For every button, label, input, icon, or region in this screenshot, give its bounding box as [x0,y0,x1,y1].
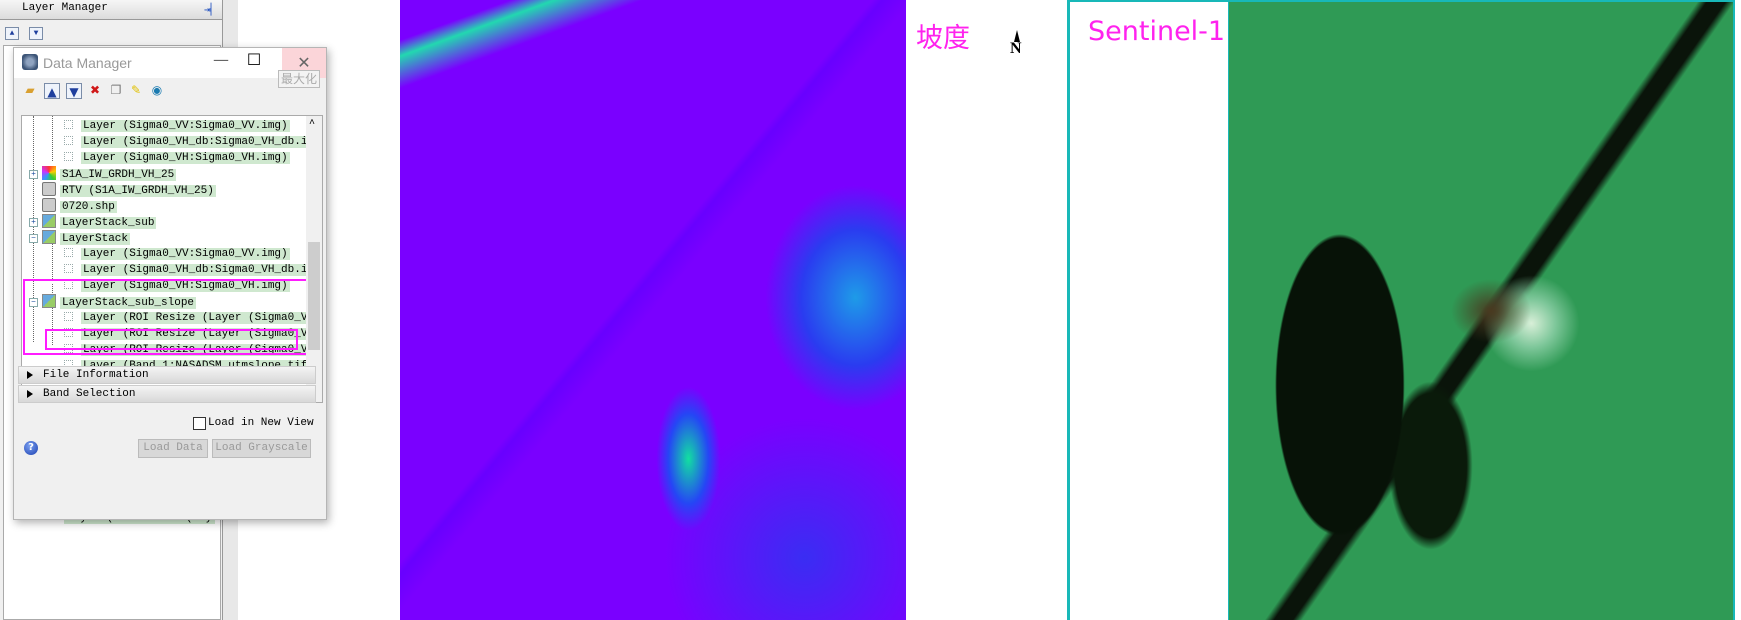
expand-icon[interactable]: + [29,170,38,179]
layer-checkbox-icon [64,152,73,161]
pin-icon[interactable]: ✎ [128,82,144,98]
scroll-up-icon[interactable]: ˄ [309,118,315,129]
tree-row-label: S1A_IW_GRDH_VH_25 [60,169,177,181]
slope-annotation: 坡度 [916,23,970,54]
load-grayscale-button[interactable]: Load Grayscale [212,439,311,458]
expand-icon[interactable]: + [29,218,38,227]
tree-dataset-row[interactable]: + S1A_IW_GRDH_VH_25 [29,166,177,182]
tree-layer-row[interactable]: Layer (Sigma0_VV:Sigma0_VV.img) [60,118,290,134]
data-manager-window: Data Manager — ☐ ✕ 最大化 ▰ ▲ ▼ ✖ ❐ ✎ ◉ Lay… [13,47,327,520]
highlight-box-slope-layer [45,329,298,350]
layer-checkbox-icon [64,136,73,145]
tree-row-label: Layer (Sigma0_VV:Sigma0_VV.img) [81,120,290,132]
tree-row-label: LayerStack [60,233,131,245]
tree-row-label: Layer (Sigma0_VH_db:Sigma0_VH_db.img [81,136,322,148]
north-label: N [1010,40,1022,57]
tree-layer-row[interactable]: Layer (Sigma0_VH_db:Sigma0_VH_db.img [60,262,322,278]
slope-raster-view[interactable] [400,0,906,620]
tree-row-label: LayerStack_sub [60,217,157,229]
tree-layer-row[interactable]: Layer (Sigma0_VV:Sigma0_VV.img) [60,246,290,262]
tree-layer-row[interactable]: Layer (Sigma0_VH:Sigma0_VH.img) [60,150,290,166]
layer-checkbox-icon [64,264,73,273]
stack-icon [42,214,56,228]
load-data-button[interactable]: Load Data [138,439,208,458]
vector-icon [42,198,56,212]
stack-icon [42,230,56,244]
app-icon [22,54,38,70]
move-up-icon[interactable]: ▲ [44,83,60,99]
vertical-scrollbar[interactable]: ˄ [306,116,322,386]
tree-dataset-row[interactable]: 0720.shp [42,198,117,214]
data-tree[interactable]: Layer (Sigma0_VV:Sigma0_VV.img) Layer (Si… [21,115,323,403]
layer-checkbox-icon [64,248,73,257]
tree-row-label: RTV (S1A_IW_GRDH_VH_25) [60,185,216,197]
move-up-button[interactable]: ▲ [5,27,19,40]
help-icon[interactable]: ? [24,441,38,455]
open-folder-icon[interactable]: ▰ [22,82,38,98]
window-title: Data Manager [43,55,132,71]
section-label: Band Selection [43,388,136,400]
section-label: File Information [43,369,149,381]
load-in-new-view-label: Load in New View [208,417,314,429]
raster-icon [42,166,56,180]
expand-triangle-icon [27,390,33,398]
view-border [1733,0,1741,620]
dock-pin-icon[interactable]: ⇥▏ [204,3,218,17]
layer-checkbox-icon [64,120,73,129]
maximize-tooltip: 最大化 [278,70,320,88]
vector-icon [42,182,56,196]
tree-row-label: Layer (Sigma0_VV:Sigma0_VV.img) [81,248,290,260]
tree-dataset-row[interactable]: − LayerStack [29,230,131,246]
tree-dataset-row[interactable]: + LayerStack_sub [29,214,157,230]
tree-dataset-row[interactable]: RTV (S1A_IW_GRDH_VH_25) [42,182,216,198]
minimize-button[interactable]: — [206,50,236,74]
close-all-icon[interactable]: ❐ [108,82,124,98]
tree-row-label: Layer (Sigma0_VH:Sigma0_VH.img) [81,152,290,164]
tree-row-label: Layer (Sigma0_VH_db:Sigma0_VH_db.img [81,264,322,276]
tree-layer-row[interactable]: Layer (Sigma0_VH_db:Sigma0_VH_db.img [60,134,322,150]
layer-manager-title: Layer Manager [0,0,226,20]
collapse-icon[interactable]: − [29,234,38,243]
move-down-button[interactable]: ▼ [29,27,43,40]
load-in-new-view-checkbox[interactable] [193,417,206,430]
expand-triangle-icon [27,371,33,379]
file-information-section[interactable]: File Information [18,366,316,384]
globe-icon[interactable]: ◉ [149,82,165,98]
sentinel-annotation: Sentinel-1 [1088,16,1226,47]
maximize-button[interactable]: ☐ [236,50,272,74]
delete-icon[interactable]: ✖ [87,82,103,98]
band-selection-section[interactable]: Band Selection [18,385,316,403]
tree-row-label: 0720.shp [60,201,117,213]
sentinel-1-raster-view[interactable] [1228,2,1733,620]
river-feature [400,0,906,620]
move-down-icon[interactable]: ▼ [66,83,82,99]
scroll-thumb[interactable] [308,242,320,350]
